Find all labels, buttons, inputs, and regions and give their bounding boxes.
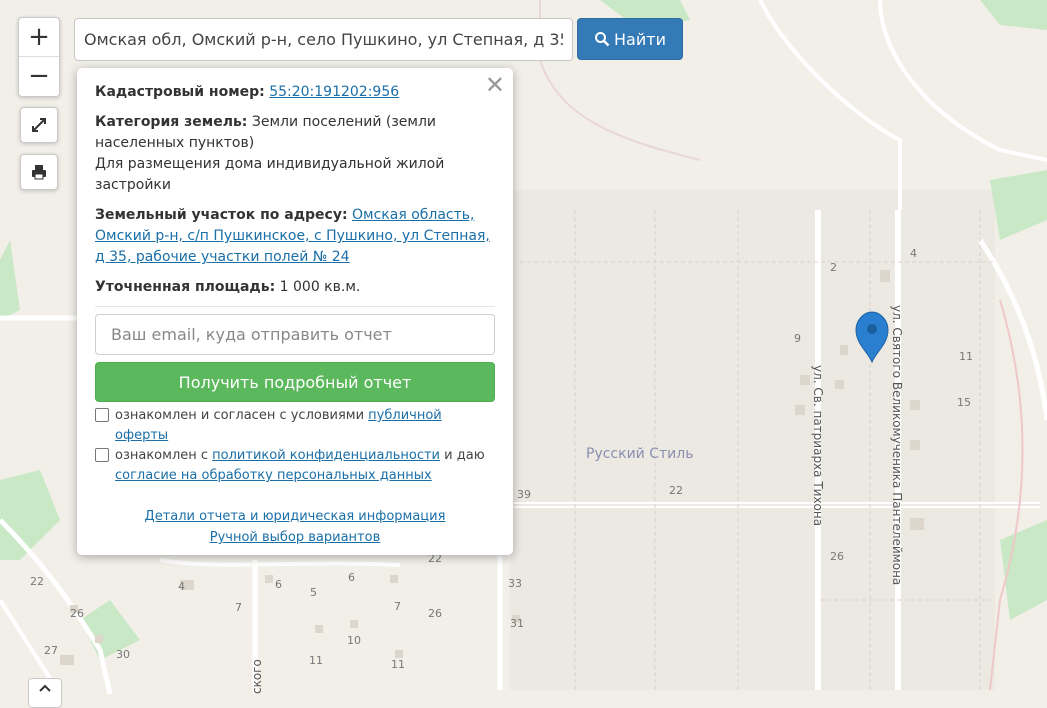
house-number: 30: [116, 648, 130, 661]
house-number: 9: [794, 332, 801, 345]
house-number: 11: [309, 654, 323, 667]
house-number: 6: [275, 578, 282, 591]
place-label: Русский Стиль: [586, 446, 693, 462]
cadastral-number-link[interactable]: 55:20:191202:956: [269, 84, 399, 100]
privacy-consent-text: ознакомлен с: [115, 448, 209, 463]
privacy-consent-checkbox[interactable]: [95, 448, 109, 462]
search-button[interactable]: Найти: [577, 18, 683, 60]
house-number: 27: [44, 644, 58, 657]
category-row: Категория земель: Земли поселений (земли…: [95, 112, 495, 154]
house-number: 4: [178, 580, 185, 593]
house-number: 39: [517, 488, 531, 501]
cadastral-row: Кадастровый номер: 55:20:191202:956: [95, 82, 495, 103]
zoom-control: + −: [18, 17, 60, 97]
house-number: 26: [428, 607, 442, 620]
divider: [95, 306, 495, 307]
house-number: 26: [830, 550, 844, 563]
manual-selection-link[interactable]: Ручной выбор вариантов: [77, 527, 513, 548]
area-row: Уточненная площадь: 1 000 кв.м.: [95, 277, 495, 298]
house-number: 6: [348, 571, 355, 584]
address-search-input[interactable]: [74, 18, 573, 61]
street-label: ул. Святого Великомученика Пантелеймона: [890, 305, 904, 585]
area-value: 1 000 кв.м.: [279, 279, 361, 295]
house-number: 5: [310, 586, 317, 599]
house-number: 11: [391, 658, 405, 671]
privacy-consent-row: ознакомлен с политикой конфиденциальност…: [95, 446, 495, 486]
house-number: 15: [957, 396, 971, 409]
privacy-policy-link[interactable]: политикой конфиденциальности: [212, 448, 440, 463]
printer-icon: [32, 165, 46, 180]
search-button-label: Найти: [614, 29, 666, 49]
house-number: 26: [70, 607, 84, 620]
house-number: 11: [959, 350, 973, 363]
house-number: 2: [830, 261, 837, 274]
search-icon: [595, 32, 610, 47]
house-number: 22: [669, 484, 683, 497]
print-button[interactable]: [20, 154, 58, 190]
address-label: Земельный участок по адресу:: [95, 207, 348, 223]
category-label: Категория земель:: [95, 114, 248, 130]
privacy-consent-mid: и даю: [444, 448, 485, 463]
chevron-up-icon: [39, 684, 51, 692]
house-number: 31: [510, 617, 524, 630]
popup-footer: Детали отчета и юридическая информация Р…: [77, 506, 513, 548]
expand-icon: [32, 118, 46, 132]
house-number: 10: [347, 634, 361, 647]
house-number: 4: [910, 247, 917, 260]
house-number: 33: [508, 577, 522, 590]
scroll-up-button[interactable]: [28, 678, 62, 708]
area-label: Уточненная площадь:: [95, 279, 276, 295]
street-label: ского: [250, 659, 264, 694]
report-details-link[interactable]: Детали отчета и юридическая информация: [77, 506, 513, 527]
purpose-text: Для размещения дома индивидуальной жилой…: [95, 156, 445, 193]
street-label: ул. Св. патриарха Тихона: [811, 365, 825, 526]
zoom-in-button[interactable]: +: [19, 18, 59, 56]
offer-consent-row: ознакомлен и согласен с условиями публич…: [95, 406, 495, 446]
zoom-out-button[interactable]: −: [19, 56, 59, 95]
cadastral-label: Кадастровый номер:: [95, 84, 265, 100]
email-field[interactable]: [95, 314, 495, 355]
personal-data-consent-link[interactable]: согласие на обработку персональных данны…: [115, 468, 432, 483]
address-row: Земельный участок по адресу: Омская обла…: [95, 205, 495, 268]
house-number: 7: [394, 600, 401, 613]
fullscreen-button[interactable]: [20, 107, 58, 143]
house-number: 7: [235, 601, 242, 614]
parcel-info-popup: ✕ Кадастровый номер: 55:20:191202:956 Ка…: [77, 68, 513, 555]
offer-consent-checkbox[interactable]: [95, 408, 109, 422]
close-icon[interactable]: ✕: [485, 73, 505, 97]
house-number: 22: [30, 575, 44, 588]
offer-consent-text: ознакомлен и согласен с условиями: [115, 408, 365, 423]
get-report-button[interactable]: Получить подробный отчет: [95, 362, 495, 402]
